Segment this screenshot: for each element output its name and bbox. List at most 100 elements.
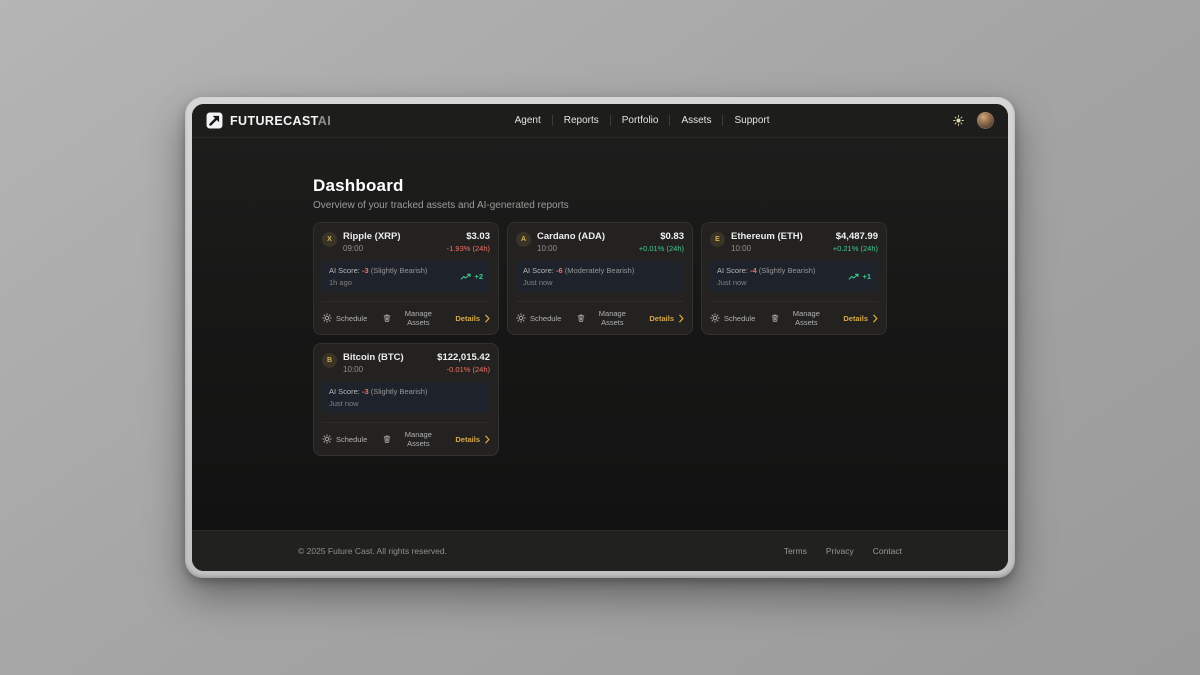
updated-time: Just now — [523, 278, 634, 287]
details-button[interactable]: Details — [649, 314, 684, 323]
card-header: A Cardano (ADA) 10:00 $0.83 +0.01% (24h) — [516, 231, 684, 253]
card-divider — [710, 301, 878, 302]
gear-icon — [710, 313, 720, 323]
ai-score-sentiment: (Moderately Bearish) — [565, 266, 635, 275]
schedule-label: Schedule — [336, 314, 367, 323]
sun-icon — [953, 115, 964, 126]
app-screen: FUTURECASTAI Agent Reports Portfolio Ass… — [192, 104, 1008, 571]
ai-score-line: AI Score: -4 (Slightly Bearish) — [717, 266, 815, 275]
price-change: -0.01% (24h) — [437, 365, 490, 374]
main-nav: Agent Reports Portfolio Assets Support — [504, 115, 781, 126]
details-label: Details — [843, 314, 868, 323]
asset-name: Cardano (ADA) — [537, 231, 605, 242]
header-actions — [953, 112, 994, 129]
details-button[interactable]: Details — [843, 314, 878, 323]
schedule-button[interactable]: Schedule — [322, 434, 367, 444]
manage-assets-button[interactable]: Manage Assets — [382, 309, 440, 327]
schedule-button[interactable]: Schedule — [516, 313, 561, 323]
manage-assets-button[interactable]: Manage Assets — [382, 430, 440, 448]
trash-icon — [770, 313, 780, 323]
details-label: Details — [455, 435, 480, 444]
ai-score-label: AI Score: — [717, 266, 748, 275]
page-subtitle: Overview of your tracked assets and AI-g… — [313, 200, 887, 211]
app-window: FUTURECASTAI Agent Reports Portfolio Ass… — [185, 97, 1015, 578]
chevron-right-icon — [873, 314, 878, 323]
ai-score-box: AI Score: -3 (Slightly Bearish) 1h ago +… — [322, 261, 490, 292]
manage-assets-button[interactable]: Manage Assets — [576, 309, 634, 327]
ai-score-box: AI Score: -3 (Slightly Bearish) Just now — [322, 382, 490, 413]
asset-badge: A — [516, 232, 531, 247]
user-avatar[interactable] — [977, 112, 994, 129]
gear-icon — [322, 434, 332, 444]
brand-suffix: AI — [318, 114, 331, 128]
chevron-right-icon — [679, 314, 684, 323]
app-logo: FUTURECASTAI — [206, 112, 331, 129]
schedule-label: Schedule — [336, 435, 367, 444]
theme-toggle-button[interactable] — [953, 115, 964, 126]
copyright-text: © 2025 Future Cast. All rights reserved. — [298, 546, 447, 556]
card-header: X Ripple (XRP) 09:00 $3.03 -1.93% (24h) — [322, 231, 490, 253]
nav-item-portfolio[interactable]: Portfolio — [611, 115, 670, 126]
asset-card: B Bitcoin (BTC) 10:00 $122,015.42 -0.01%… — [313, 343, 499, 456]
main-content: Dashboard Overview of your tracked asset… — [192, 138, 1008, 530]
nav-item-agent[interactable]: Agent — [504, 115, 552, 126]
price-change: -1.93% (24h) — [447, 244, 490, 253]
asset-price: $3.03 — [447, 231, 490, 242]
gear-icon — [322, 313, 332, 323]
asset-schedule-time: 10:00 — [343, 365, 404, 374]
details-button[interactable]: Details — [455, 314, 490, 323]
details-label: Details — [455, 314, 480, 323]
card-header: E Ethereum (ETH) 10:00 $4,487.99 +0.21% … — [710, 231, 878, 253]
asset-name: Bitcoin (BTC) — [343, 352, 404, 363]
card-header: B Bitcoin (BTC) 10:00 $122,015.42 -0.01%… — [322, 352, 490, 374]
asset-card: X Ripple (XRP) 09:00 $3.03 -1.93% (24h) … — [313, 222, 499, 335]
card-divider — [322, 301, 490, 302]
updated-time: Just now — [717, 278, 815, 287]
manage-assets-label: Manage Assets — [590, 309, 634, 327]
ai-score-label: AI Score: — [329, 266, 360, 275]
updated-time: 1h ago — [329, 278, 427, 287]
nav-item-support[interactable]: Support — [723, 115, 780, 126]
manage-assets-label: Manage Assets — [396, 309, 440, 327]
footer-link-terms[interactable]: Terms — [784, 546, 807, 556]
nav-item-reports[interactable]: Reports — [553, 115, 610, 126]
card-divider — [516, 301, 684, 302]
ai-score-box: AI Score: -6 (Moderately Bearish) Just n… — [516, 261, 684, 292]
footer-link-contact[interactable]: Contact — [873, 546, 902, 556]
asset-schedule-time: 10:00 — [537, 244, 605, 253]
asset-price: $0.83 — [639, 231, 684, 242]
chevron-right-icon — [485, 435, 490, 444]
cards-grid: X Ripple (XRP) 09:00 $3.03 -1.93% (24h) … — [313, 222, 887, 456]
schedule-button[interactable]: Schedule — [322, 313, 367, 323]
trash-icon — [576, 313, 586, 323]
ai-score-value: -4 — [750, 266, 757, 275]
ai-score-value: -6 — [556, 266, 563, 275]
footer-links: Terms Privacy Contact — [784, 546, 902, 556]
asset-card: E Ethereum (ETH) 10:00 $4,487.99 +0.21% … — [701, 222, 887, 335]
ai-score-label: AI Score: — [523, 266, 554, 275]
ai-score-sentiment: (Slightly Bearish) — [759, 266, 816, 275]
schedule-label: Schedule — [724, 314, 755, 323]
asset-badge: B — [322, 353, 337, 368]
page-title: Dashboard — [313, 176, 887, 196]
details-button[interactable]: Details — [455, 435, 490, 444]
score-delta-value: +1 — [862, 272, 871, 281]
price-change: +0.21% (24h) — [833, 244, 878, 253]
ai-score-sentiment: (Slightly Bearish) — [371, 387, 428, 396]
trend-up-icon — [460, 273, 471, 281]
app-footer: © 2025 Future Cast. All rights reserved.… — [192, 530, 1008, 571]
card-actions: Schedule Manage Assets Details — [516, 309, 684, 327]
gear-icon — [516, 313, 526, 323]
card-actions: Schedule Manage Assets Details — [710, 309, 878, 327]
schedule-button[interactable]: Schedule — [710, 313, 755, 323]
score-delta-value: +2 — [474, 272, 483, 281]
card-divider — [322, 422, 490, 423]
asset-name: Ethereum (ETH) — [731, 231, 803, 242]
footer-link-privacy[interactable]: Privacy — [826, 546, 854, 556]
chevron-right-icon — [485, 314, 490, 323]
asset-schedule-time: 10:00 — [731, 244, 803, 253]
trash-icon — [382, 434, 392, 444]
ai-score-value: -3 — [362, 266, 369, 275]
nav-item-assets[interactable]: Assets — [670, 115, 722, 126]
manage-assets-button[interactable]: Manage Assets — [770, 309, 828, 327]
